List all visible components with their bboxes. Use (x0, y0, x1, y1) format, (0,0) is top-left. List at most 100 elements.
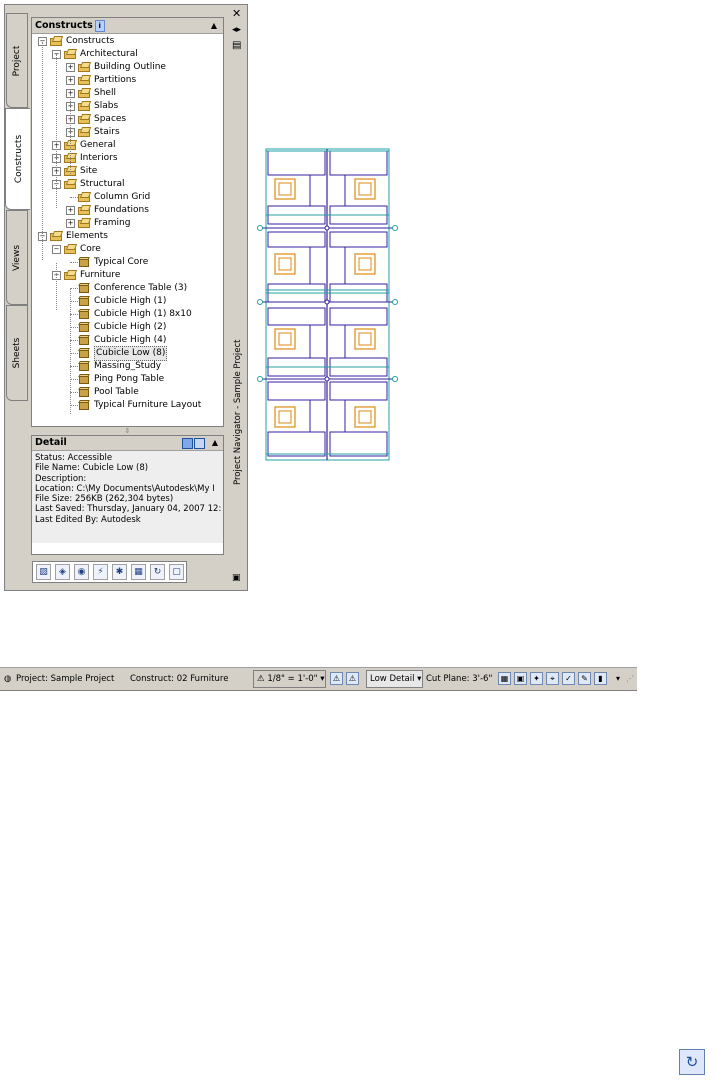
check-icon[interactable]: ✓ (562, 672, 575, 685)
tree-item[interactable]: − Furniture (32, 269, 223, 282)
detail-line: Last Edited By: Autodesk (35, 514, 141, 525)
folder-icon (78, 205, 91, 215)
tree-item[interactable]: Cubicle Low (8) (32, 346, 223, 361)
tree-item[interactable]: Cubicle High (1) (32, 295, 223, 308)
tree-item[interactable]: Typical Core (32, 256, 223, 269)
tab-views[interactable]: Views (6, 210, 28, 305)
scale-selector[interactable]: ⚠ 1/8" = 1'-0" ▾ (253, 670, 326, 688)
project-icon[interactable]: ◍ (4, 668, 11, 690)
surface-hatch-icon[interactable]: ▦ (498, 672, 511, 685)
connector-node (392, 225, 398, 231)
detail-collapse-icon[interactable]: ▲ (212, 436, 218, 450)
tree-item[interactable]: Conference Table (3) (32, 282, 223, 295)
tree-item[interactable]: − Elements (32, 230, 223, 243)
folder-icon (64, 244, 77, 254)
tree-connector (70, 366, 78, 367)
detail-level-value: Low Detail (370, 674, 415, 684)
collapse-icon[interactable]: − (52, 245, 61, 254)
expand-icon[interactable]: + (66, 206, 75, 215)
info-icon[interactable]: i (94, 19, 105, 32)
tools-icon[interactable]: ⌖ (546, 672, 559, 685)
chair-outline (274, 178, 296, 200)
element-cube-icon (78, 400, 90, 411)
sheet-icon[interactable]: ▦ (131, 564, 146, 580)
repath-icon[interactable]: ↻ (150, 564, 165, 580)
tree-item[interactable]: Ping Pong Table (32, 373, 223, 386)
tree-item[interactable]: + General (32, 139, 223, 152)
auto-scale-icon[interactable]: ⚠ (346, 672, 359, 685)
tree-item-label: Structural (80, 179, 125, 189)
repath-refresh-button[interactable]: ↻ (679, 1049, 705, 1075)
display-icon[interactable]: ▮ (594, 672, 607, 685)
tree-item-label: Cubicle High (1) 8x10 (94, 309, 192, 319)
tree-item[interactable]: Cubicle High (1) 8x10 (32, 308, 223, 321)
expand-icon[interactable]: + (66, 63, 75, 72)
detail-view-icon[interactable] (182, 438, 193, 449)
add-component-icon[interactable]: ◈ (55, 564, 70, 580)
layer-icon[interactable]: ▣ (514, 672, 527, 685)
close-icon[interactable]: ✕ (232, 8, 241, 19)
palette-menu-icon[interactable]: ▣ (232, 573, 241, 583)
remote-icon[interactable]: ✱ (112, 564, 127, 580)
tree-item-label: Architectural (80, 49, 138, 59)
tree-item[interactable]: + Partitions (32, 74, 223, 87)
element-cube-icon (78, 309, 90, 320)
tree-item-label: Typical Furniture Layout (94, 400, 202, 410)
close-icon[interactable]: ▢ (169, 564, 184, 580)
tree-item[interactable]: − Core (32, 243, 223, 256)
tree-item-label: Spaces (94, 114, 127, 124)
tree-item-label: Column Grid (94, 192, 151, 202)
detail-level-selector[interactable]: Low Detail ▾ (366, 670, 423, 688)
tree-item[interactable]: + Foundations (32, 204, 223, 217)
tree-item[interactable]: − Constructs (32, 35, 223, 48)
tree-item-label: Framing (94, 218, 131, 228)
chair-seat (278, 257, 292, 271)
desk-surface (267, 381, 326, 401)
tree-item[interactable]: Massing_Study (32, 360, 223, 373)
tree-item[interactable]: − Structural (32, 178, 223, 191)
cut-plane-status[interactable]: Cut Plane: 3'-6" (426, 668, 492, 690)
tab-project[interactable]: Project (6, 13, 28, 108)
collapse-triangle-icon[interactable]: ▲ (211, 18, 217, 33)
statusbar-menu-icon[interactable]: ▾ (616, 668, 620, 690)
tree-item[interactable]: + Site (32, 165, 223, 178)
properties-icon[interactable]: ▤ (232, 41, 241, 51)
tree-item-label: Ping Pong Table (94, 374, 165, 384)
construct-status[interactable]: Construct: 02 Furniture (130, 668, 228, 690)
open-icon[interactable]: ◉ (74, 564, 89, 580)
tree-item[interactable]: Cubicle High (2) (32, 321, 223, 334)
tree-item[interactable]: + Interiors (32, 152, 223, 165)
tree-item[interactable]: + Slabs (32, 100, 223, 113)
tree-item[interactable]: + Shell (32, 87, 223, 100)
folder-icon (64, 179, 77, 189)
project-status[interactable]: Project: Sample Project (16, 668, 114, 690)
tab-sheets[interactable]: Sheets (6, 305, 28, 401)
tree-item[interactable]: + Spaces (32, 113, 223, 126)
tab-views-label: Views (12, 244, 22, 271)
add-icon[interactable]: ▨ (36, 564, 51, 580)
resize-grip-icon[interactable]: ⋰ (626, 668, 634, 690)
expand-icon[interactable]: + (66, 219, 75, 228)
annotation-visibility-icon[interactable]: ⚠ (330, 672, 343, 685)
expand-icon[interactable]: + (66, 76, 75, 85)
tree-item[interactable]: + Framing (32, 217, 223, 230)
tree-connector (70, 392, 78, 393)
detail-header: Detail ▲ (32, 436, 223, 451)
xref-icon[interactable]: ⚡ (93, 564, 108, 580)
tree-item[interactable]: Pool Table (32, 386, 223, 399)
tree-item[interactable]: + Building Outline (32, 61, 223, 74)
tab-constructs[interactable]: Constructs (5, 108, 31, 210)
wrench-icon[interactable]: ✎ (578, 672, 591, 685)
autohide-icon[interactable]: ◂▸ (232, 25, 241, 35)
tree-item[interactable]: − Architectural (32, 48, 223, 61)
light-bulb-icon[interactable]: ✦ (530, 672, 543, 685)
tree-item[interactable]: + Stairs (32, 126, 223, 139)
tree-item[interactable]: Column Grid (32, 191, 223, 204)
tree-item[interactable]: Typical Furniture Layout (32, 399, 223, 412)
tree-guide-line (70, 94, 71, 174)
desk-surface (267, 431, 326, 457)
panel-splitter[interactable]: ⇕ (31, 427, 224, 435)
preview-view-icon[interactable] (194, 438, 205, 449)
chair-seat (358, 257, 372, 271)
status-bar: ◍ Project: Sample Project Construct: 02 … (0, 667, 637, 691)
